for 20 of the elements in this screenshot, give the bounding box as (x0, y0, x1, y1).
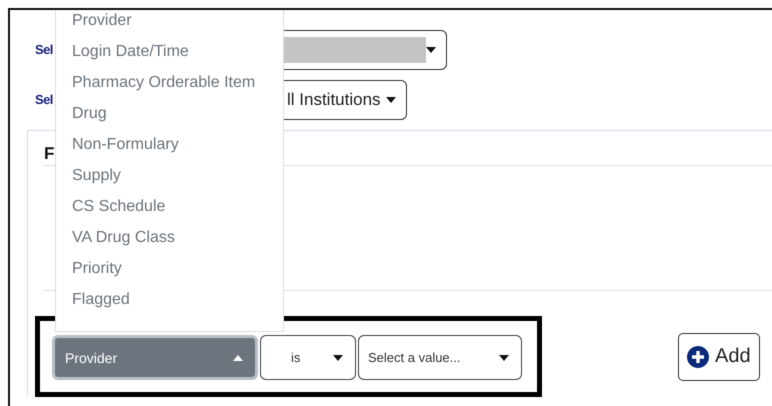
menu-item[interactable]: Flagged (56, 284, 283, 315)
menu-item[interactable]: VA Drug Class (56, 222, 283, 253)
add-button[interactable]: Add (678, 332, 760, 380)
field-select[interactable]: Provider (52, 335, 258, 380)
value-select[interactable]: Select a value... (358, 335, 522, 380)
caret-icon (426, 47, 436, 53)
operator-select[interactable]: is (260, 335, 356, 380)
panel-heading: F (44, 143, 54, 165)
menu-item[interactable]: Non-Formulary (56, 129, 283, 160)
caret-icon (333, 354, 343, 360)
menu-item[interactable]: Priority (56, 253, 283, 284)
plus-circle-icon (687, 346, 709, 368)
field-label: Sel (35, 42, 53, 57)
menu-item[interactable]: Provider (56, 10, 283, 36)
menu-item[interactable]: CS Schedule (56, 191, 283, 222)
caret-icon (386, 97, 396, 103)
menu-item[interactable]: Login Date/Time (56, 36, 283, 67)
menu-item[interactable]: Supply (56, 160, 283, 191)
field-label: Sel (35, 92, 53, 107)
caret-icon (499, 354, 509, 360)
